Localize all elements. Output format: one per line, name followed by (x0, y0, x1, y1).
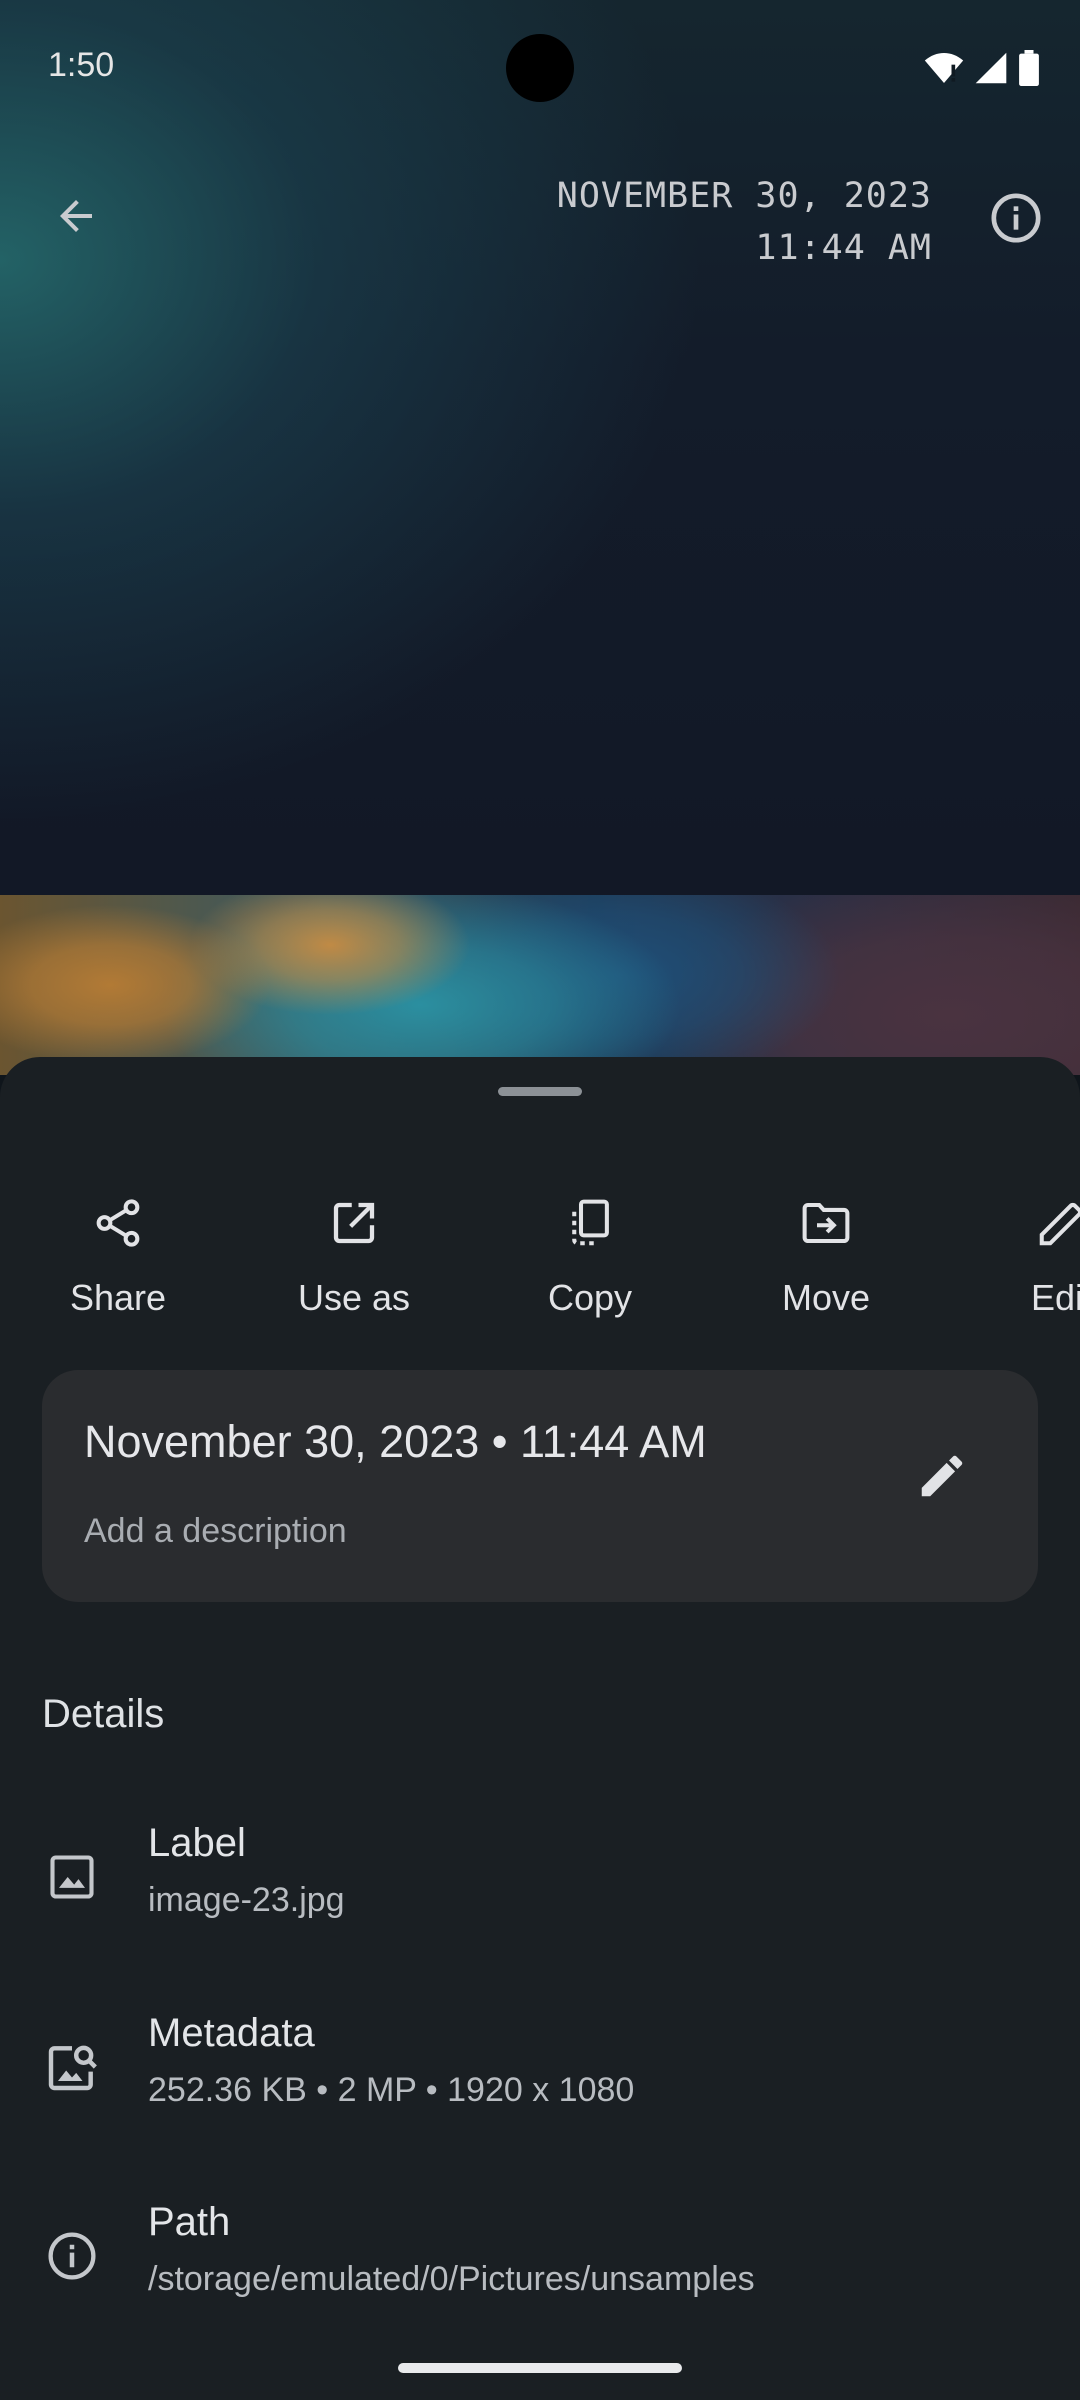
back-button[interactable] (40, 180, 112, 252)
pencil-icon (921, 1455, 963, 1497)
drag-handle[interactable] (498, 1087, 582, 1096)
photo-date-day: NOVEMBER 30, 2023 (556, 176, 932, 216)
detail-value-label: image-23.jpg (148, 1881, 345, 1919)
info-button[interactable] (982, 184, 1050, 252)
action-row: Share Use as Copy Move Edi (0, 1167, 1080, 1367)
edit-button[interactable]: Edit (962, 1167, 1080, 1367)
detail-row-metadata: Metadata 252.36 KB • 2 MP • 1920 x 1080 (0, 1997, 1080, 2157)
photo-satellite-image (0, 895, 1080, 1075)
wifi-icon (924, 53, 964, 83)
status-bar: 1:50 (0, 0, 1080, 140)
image-icon (42, 1847, 102, 1907)
detail-row-path: Path /storage/emulated/0/Pictures/unsamp… (0, 2186, 1080, 2346)
detail-name-path: Path (148, 2200, 231, 2244)
details-heading: Details (42, 1692, 165, 1736)
move-label: Move (781, 1277, 871, 1318)
image-search-icon (42, 2037, 102, 2097)
details-bottom-sheet: Share Use as Copy Move Edi November 30, … (0, 1057, 1080, 2400)
detail-row-label: Label image-23.jpg (0, 1807, 1080, 1967)
date-card-title: November 30, 2023 • 11:44 AM (84, 1416, 707, 1467)
copy-icon (560, 1193, 620, 1253)
use-as-button[interactable]: Use as (254, 1167, 454, 1367)
status-icons (924, 50, 1040, 86)
share-button[interactable]: Share (18, 1167, 218, 1367)
add-description-field[interactable]: Add a description (84, 1512, 347, 1551)
photo-date: NOVEMBER 30, 2023 11:44 AM (557, 170, 932, 274)
edit-date-button[interactable] (906, 1440, 978, 1512)
camera-cutout (506, 34, 574, 102)
pencil-icon (1032, 1193, 1080, 1253)
status-time: 1:50 (48, 46, 115, 84)
move-to-folder-icon (796, 1193, 856, 1253)
info-icon (42, 2226, 102, 2286)
battery-icon (1019, 50, 1039, 86)
detail-value-path: /storage/emulated/0/Pictures/unsamples (148, 2260, 755, 2298)
copy-label: Copy (547, 1277, 633, 1318)
use-as-label: Use as (297, 1277, 411, 1318)
detail-name-label: Label (148, 1821, 246, 1865)
detail-value-metadata: 252.36 KB • 2 MP • 1920 x 1080 (148, 2071, 635, 2109)
photo-date-time: 11:44 AM (755, 228, 932, 268)
arrow-back-icon (60, 200, 92, 232)
cellular-signal-icon (975, 52, 1007, 84)
share-label: Share (69, 1277, 167, 1318)
info-icon (991, 193, 1041, 243)
detail-name-metadata: Metadata (148, 2011, 315, 2055)
share-icon (88, 1193, 148, 1253)
date-description-card[interactable]: November 30, 2023 • 11:44 AM Add a descr… (42, 1370, 1038, 1602)
move-button[interactable]: Move (726, 1167, 926, 1367)
edit-label: Edit (1030, 1277, 1080, 1318)
gesture-navigation-bar[interactable] (398, 2363, 682, 2373)
copy-button[interactable]: Copy (490, 1167, 690, 1367)
open-in-new-icon (324, 1193, 384, 1253)
